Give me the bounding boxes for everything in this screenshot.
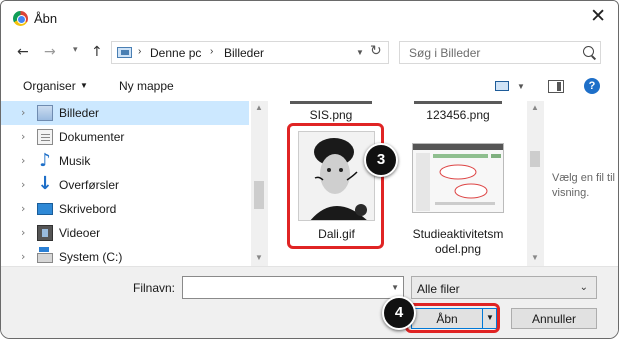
scroll-up-icon[interactable]: ▲ xyxy=(255,103,263,112)
back-arrow-icon[interactable]: ← xyxy=(17,44,29,60)
filename-input[interactable]: ▼ xyxy=(182,276,404,299)
cancel-button[interactable]: Annuller xyxy=(511,308,597,329)
organise-caret-icon[interactable]: ▼ xyxy=(80,81,88,90)
search-placeholder: Søg i Billeder xyxy=(409,46,481,60)
sidebar-item-downloads[interactable]: › ↓ Overførsler xyxy=(1,173,249,197)
expand-chevron-icon[interactable]: › xyxy=(21,202,25,215)
sidebar-item-label: Dokumenter xyxy=(59,130,125,144)
pictures-folder-icon xyxy=(117,47,132,58)
dialog-footer: Filnavn: ▼ Alle filer ⌄ Åbn ▼ Annuller 4 xyxy=(1,266,618,338)
dialog-title: Åbn xyxy=(34,11,58,26)
studieaktivitetsmodel-preview-image xyxy=(413,144,503,212)
expand-chevron-icon[interactable]: › xyxy=(21,106,25,119)
expand-chevron-icon[interactable]: › xyxy=(21,250,25,263)
downloads-icon: ↓ xyxy=(37,173,53,194)
new-folder-button[interactable]: Ny mappe xyxy=(119,79,174,93)
view-options-caret-icon[interactable]: ▼ xyxy=(517,82,525,91)
music-icon: ♪ xyxy=(39,150,51,171)
scroll-up-icon[interactable]: ▲ xyxy=(531,103,539,112)
command-toolbar: Organiser ▼ Ny mappe ▼ ? xyxy=(1,69,618,101)
scrollbar-thumb[interactable] xyxy=(254,181,264,209)
file-label-studieaktivitetsmodel[interactable]: Studieaktivitetsm odel.png xyxy=(408,227,508,257)
file-label-123456[interactable]: 123456.png xyxy=(414,108,502,123)
pictures-icon xyxy=(37,105,53,121)
sidebar-item-documents[interactable]: › Dokumenter xyxy=(1,125,249,149)
organise-button[interactable]: Organiser xyxy=(23,79,76,93)
search-input[interactable]: Søg i Billeder xyxy=(399,41,601,64)
file-type-select[interactable]: Alle filer ⌄ xyxy=(411,276,597,299)
sidebar-item-videos[interactable]: › Videoer xyxy=(1,221,249,245)
desktop-icon xyxy=(37,203,53,215)
sidebar-scrollbar[interactable]: ▲ ▼ xyxy=(251,101,268,266)
change-view-icon[interactable] xyxy=(495,81,509,91)
filename-history-chevron-icon[interactable]: ▼ xyxy=(391,283,399,292)
preview-empty-message: Vælg en fil til visning. xyxy=(552,172,615,199)
sidebar-item-system-drive[interactable]: › System (C:) xyxy=(1,245,249,266)
highlight-dali-box xyxy=(287,123,384,249)
expand-chevron-icon[interactable]: › xyxy=(21,178,25,191)
breadcrumb-separator[interactable]: › xyxy=(138,46,141,57)
drive-icon xyxy=(37,247,53,263)
expand-chevron-icon[interactable]: › xyxy=(21,226,25,239)
sidebar-item-label: Skrivebord xyxy=(59,202,117,216)
close-button[interactable]: ✕ xyxy=(590,7,606,26)
file-list-scrollbar[interactable]: ▲ ▼ xyxy=(527,101,544,266)
cancel-button-label: Annuller xyxy=(531,312,577,326)
up-arrow-icon[interactable]: ↑ xyxy=(91,44,103,60)
sidebar-item-label: System (C:) xyxy=(59,250,123,264)
open-file-dialog: Åbn ✕ ← → ▾ ↑ › Denne pc › Billeder ▼ ↻ … xyxy=(0,0,619,339)
file-label-sis[interactable]: SIS.png xyxy=(290,108,372,123)
expand-chevron-icon[interactable]: › xyxy=(21,154,25,167)
scroll-down-icon[interactable]: ▼ xyxy=(531,253,539,262)
filename-label: Filnavn: xyxy=(133,281,176,295)
file-thumbnail-sis[interactable] xyxy=(290,101,372,104)
breadcrumb-pictures[interactable]: Billeder xyxy=(224,46,264,60)
sidebar-item-label: Musik xyxy=(59,154,91,168)
address-dropdown-icon[interactable]: ▼ xyxy=(356,48,364,57)
sidebar-item-desktop[interactable]: › Skrivebord xyxy=(1,197,249,221)
breadcrumb-this-pc[interactable]: Denne pc xyxy=(150,46,201,60)
scrollbar-thumb[interactable] xyxy=(530,151,540,167)
search-icon[interactable] xyxy=(583,46,594,57)
sidebar-item-label: Billeder xyxy=(59,106,100,120)
navigation-bar: ← → ▾ ↑ › Denne pc › Billeder ▼ ↻ Søg i … xyxy=(1,35,618,69)
file-label-line: Studieaktivitetsm xyxy=(412,227,504,241)
file-label-line: odel.png xyxy=(434,242,482,256)
recent-locations-chevron-icon[interactable]: ▾ xyxy=(73,45,78,55)
file-thumbnail-studieaktivitetsmodel[interactable] xyxy=(412,143,504,213)
step-3-badge: 3 xyxy=(364,143,398,177)
chevron-down-icon: ⌄ xyxy=(579,282,588,293)
refresh-icon[interactable]: ↻ xyxy=(370,43,382,59)
highlight-open-box xyxy=(405,303,500,333)
sidebar-item-music[interactable]: › ♪ Musik xyxy=(1,149,249,173)
title-bar: Åbn ✕ xyxy=(1,1,618,35)
expand-chevron-icon[interactable]: › xyxy=(21,130,25,143)
sidebar-item-pictures[interactable]: › Billeder xyxy=(1,101,249,125)
navigation-pane: › Billeder › Dokumenter › ♪ Musik › ↓ Ov… xyxy=(1,101,256,266)
scroll-down-icon[interactable]: ▼ xyxy=(255,253,263,262)
chrome-icon xyxy=(13,11,28,26)
videos-icon xyxy=(37,225,53,241)
step-4-badge: 4 xyxy=(382,296,416,330)
file-thumbnail-123456[interactable] xyxy=(414,101,502,104)
help-icon[interactable]: ? xyxy=(584,78,600,94)
address-bar[interactable]: › Denne pc › Billeder ▼ ↻ xyxy=(111,41,389,64)
sidebar-item-label: Videoer xyxy=(59,226,101,240)
preview-pane-icon[interactable] xyxy=(548,80,564,93)
preview-pane: Vælg en fil til visning. xyxy=(544,101,618,266)
sidebar-item-label: Overførsler xyxy=(59,178,119,192)
forward-arrow-icon[interactable]: → xyxy=(44,44,56,60)
documents-icon xyxy=(37,129,53,145)
file-list: SIS.png 123456.png Dali.gif 3 Studieakti… xyxy=(268,101,527,266)
file-type-value: Alle filer xyxy=(417,282,460,296)
breadcrumb-separator[interactable]: › xyxy=(210,46,213,57)
